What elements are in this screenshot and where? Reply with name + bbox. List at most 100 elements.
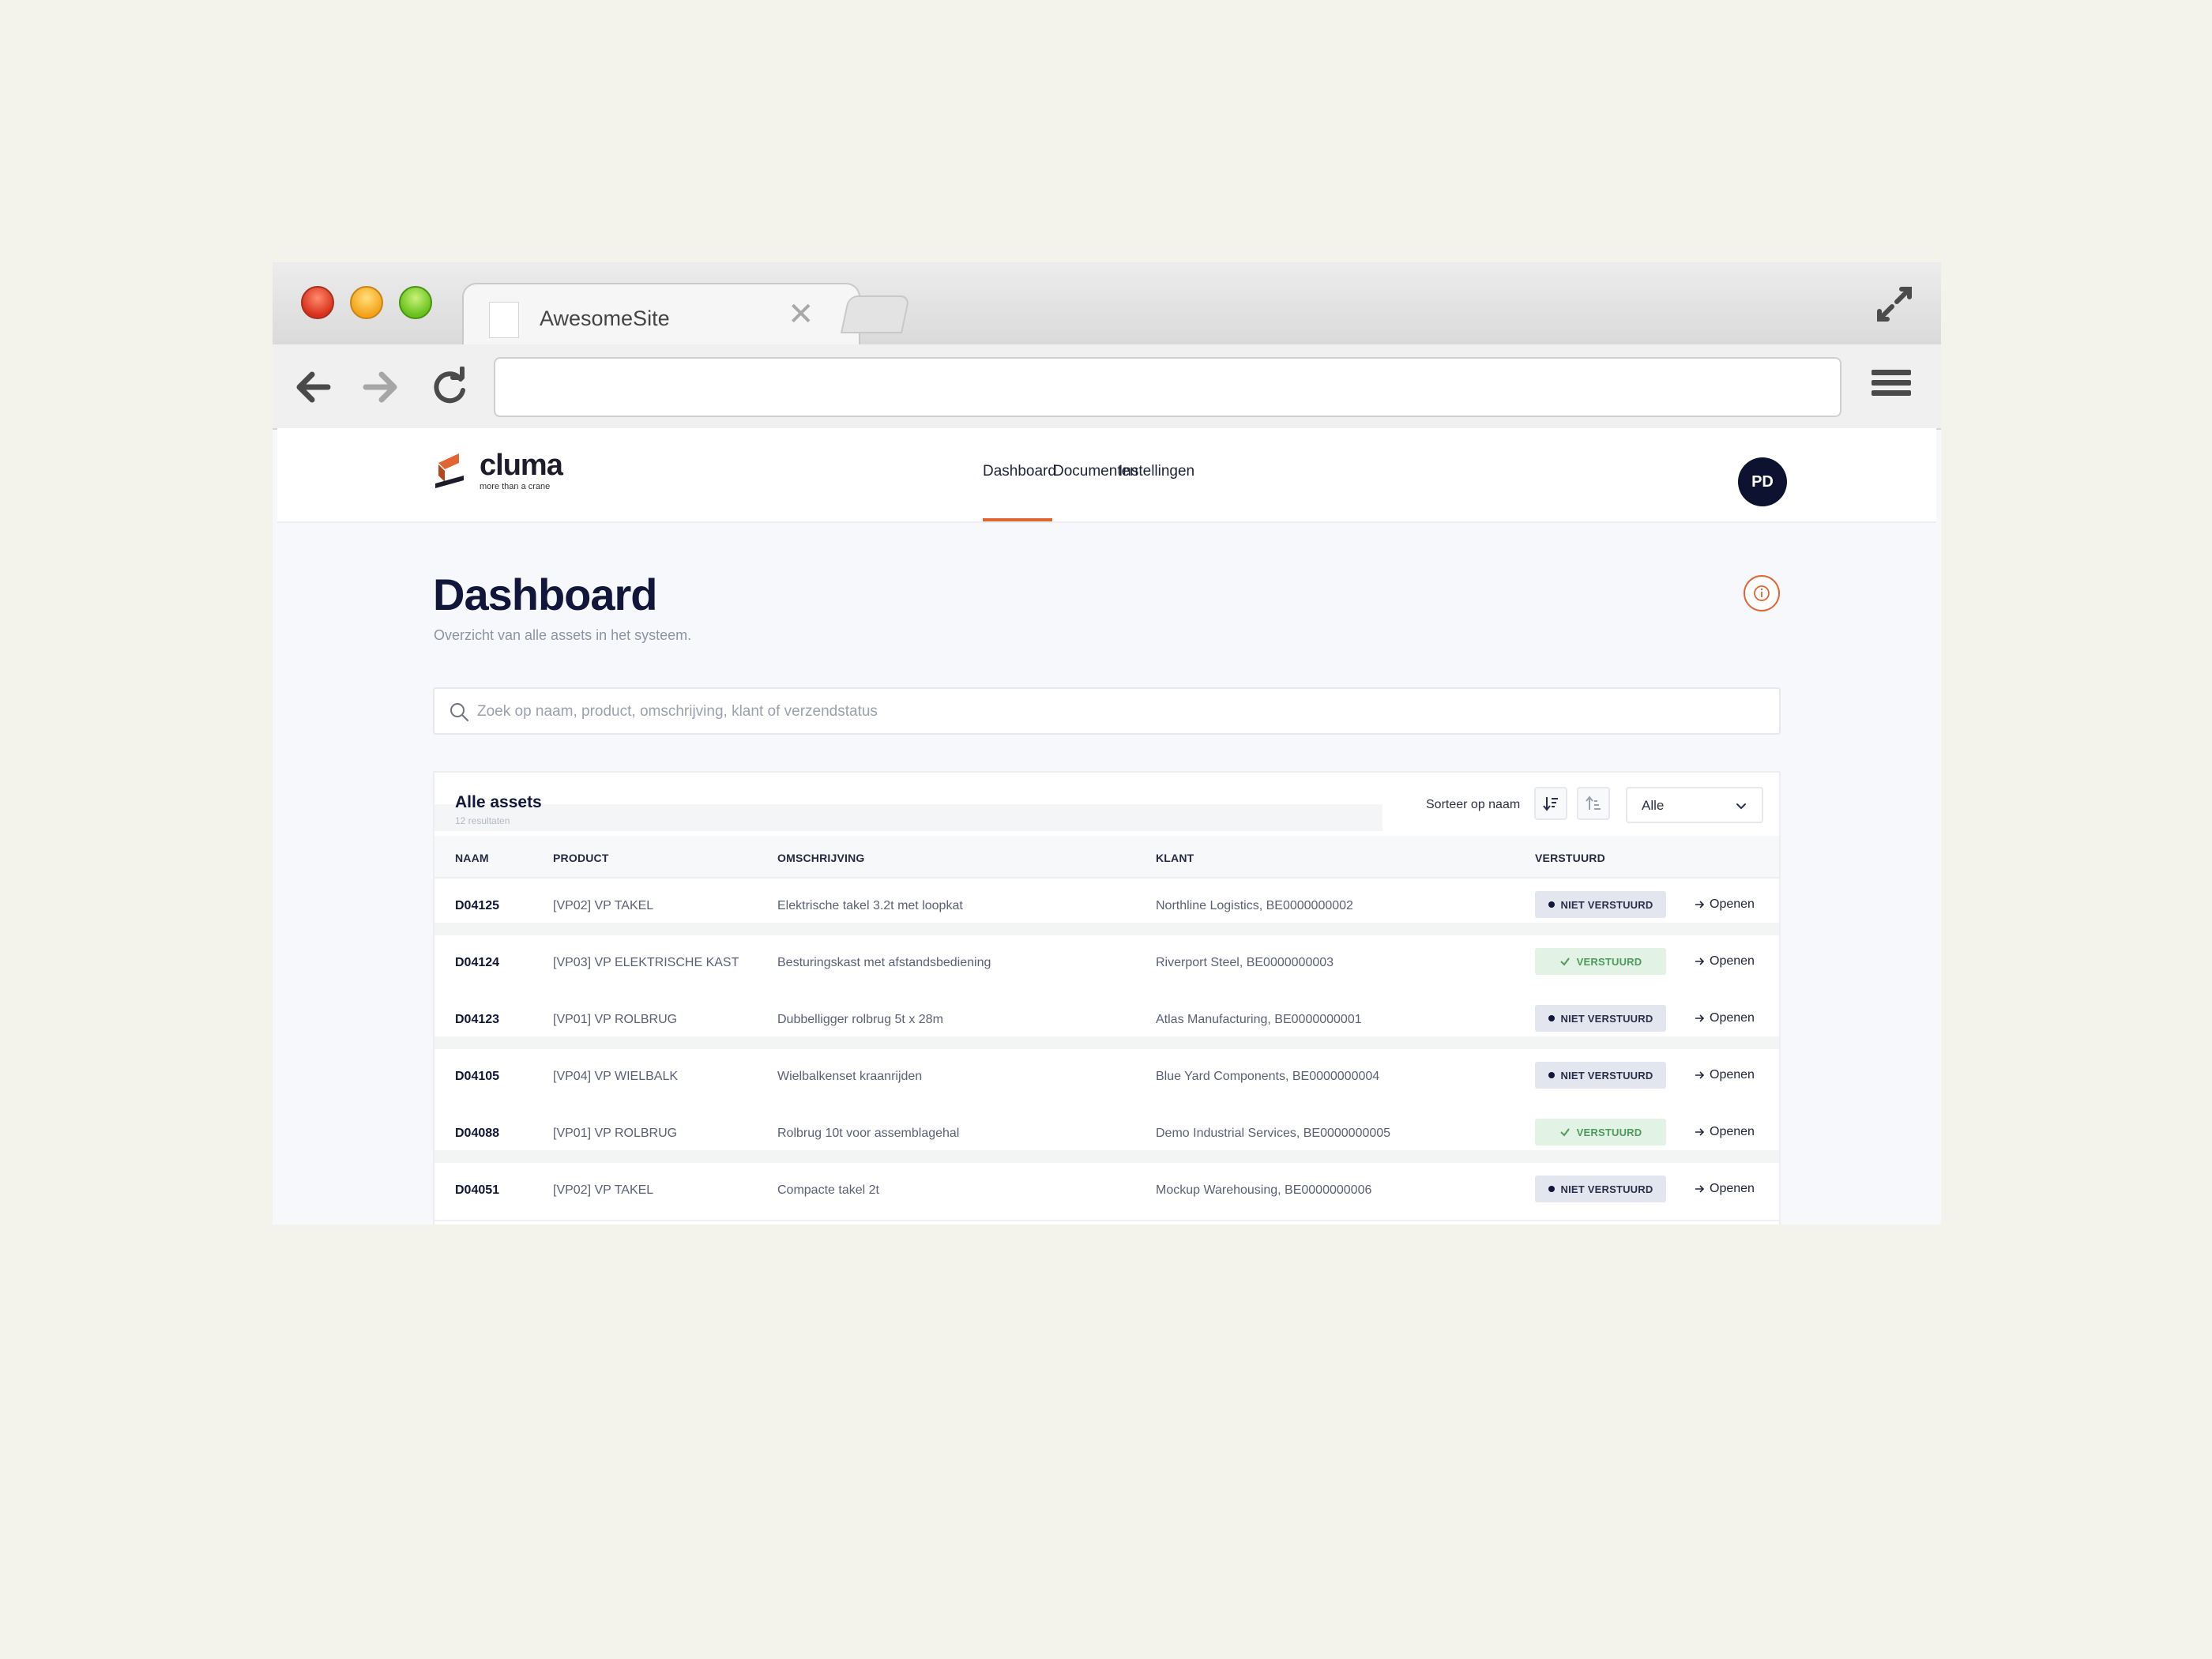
- assets-title: Alle assets: [455, 793, 542, 811]
- status-badge: NIET VERSTUURD: [1535, 1005, 1666, 1032]
- status-text: VERSTUURD: [1576, 955, 1642, 968]
- sort-descending-icon: [1543, 797, 1558, 811]
- page-subtitle: Overzicht van alle assets in het systeem…: [434, 627, 692, 643]
- browser-toolbar: [273, 344, 1941, 430]
- expand-icon[interactable]: [1875, 284, 1914, 324]
- app-header: cluma more than a crane Dashboard Docume…: [277, 428, 1936, 523]
- asset-product: [VP04] VP WIELBALK: [553, 1070, 679, 1083]
- sort-ascending-icon: [1586, 796, 1601, 810]
- open-label: Openen: [1710, 1011, 1755, 1025]
- asset-name: D04105: [455, 1070, 500, 1083]
- asset-product: [VP01] VP ROLBRUG: [553, 1127, 678, 1140]
- table-row[interactable]: D04125 [VP02] VP TAKEL Elektrische takel 3…: [434, 878, 1779, 937]
- asset-name: D04088: [455, 1127, 500, 1140]
- logo-tagline: more than a crane: [480, 482, 551, 491]
- status-badge: NIET VERSTUURD: [1535, 891, 1666, 918]
- asset-description: Elektrische takel 3.2t met loopkat: [777, 899, 963, 912]
- new-tab-button[interactable]: [840, 295, 911, 333]
- user-avatar[interactable]: PD: [1738, 457, 1787, 506]
- search-icon: [450, 703, 468, 721]
- table-row[interactable]: D04051 [VP02] VP TAKEL Compacte takel 2t Mo…: [434, 1163, 1779, 1221]
- open-link[interactable]: Openen: [1694, 1068, 1755, 1082]
- column-header-omschrijving[interactable]: OMSCHRIJVING: [777, 852, 865, 864]
- open-label: Openen: [1710, 1125, 1755, 1138]
- asset-client: Northline Logistics, BE0000000002: [1156, 899, 1353, 912]
- table-row[interactable]: D04123 [VP01] VP ROLBRUG Dubbelligger rolb…: [434, 992, 1779, 1051]
- minimize-window-button[interactable]: [350, 286, 383, 319]
- status-text: NIET VERSTUURD: [1560, 1069, 1653, 1082]
- column-header-product[interactable]: PRODUCT: [553, 852, 609, 864]
- asset-description: Wielbalkenset kraanrijden: [777, 1070, 923, 1083]
- info-button[interactable]: [1744, 575, 1780, 611]
- cluma-logo[interactable]: cluma more than a crane: [432, 449, 566, 491]
- open-link[interactable]: Openen: [1694, 1011, 1755, 1025]
- dot-icon: [1548, 1072, 1555, 1078]
- results-count: 12 resultaten: [455, 815, 510, 826]
- arrow-right-icon: [1695, 901, 1705, 908]
- asset-product: [VP03] VP ELEKTRISCHE KAST: [553, 956, 739, 969]
- open-link[interactable]: Openen: [1694, 1125, 1755, 1139]
- open-label: Openen: [1710, 1068, 1755, 1082]
- forward-arrow-icon[interactable]: [359, 367, 401, 408]
- table-row[interactable]: D04105 [VP04] VP WIELBALK Wielbalkenset kr…: [434, 1049, 1779, 1108]
- nav-dashboard[interactable]: Dashboard: [983, 463, 1056, 480]
- nav-instellingen[interactable]: Instellingen: [1119, 463, 1194, 480]
- open-label: Openen: [1710, 954, 1755, 968]
- status-badge: NIET VERSTUURD: [1535, 1176, 1666, 1202]
- status-filter-select[interactable]: Alle: [1626, 787, 1763, 823]
- open-link[interactable]: Openen: [1694, 1182, 1755, 1196]
- column-header-verstuurd[interactable]: VERSTUURD: [1535, 852, 1605, 864]
- arrow-right-icon: [1695, 1014, 1705, 1022]
- sort-label: Sorteer op naam: [1426, 798, 1521, 811]
- status-badge: VERSTUURD: [1535, 1119, 1666, 1146]
- open-link[interactable]: Openen: [1694, 897, 1755, 912]
- asset-name: D04124: [455, 956, 500, 969]
- asset-client: Atlas Manufacturing, BE0000000001: [1156, 1013, 1362, 1026]
- arrow-right-icon: [1695, 957, 1705, 965]
- browser-tab[interactable]: AwesomeSite ✕: [462, 283, 860, 346]
- row-band: [434, 923, 1779, 935]
- status-badge: NIET VERSTUURD: [1535, 1062, 1666, 1089]
- reload-icon[interactable]: [429, 367, 470, 408]
- asset-name: D04125: [455, 899, 500, 912]
- status-text: NIET VERSTUURD: [1560, 898, 1653, 911]
- column-header-klant[interactable]: KLANT: [1156, 852, 1194, 864]
- dot-icon: [1548, 1015, 1555, 1021]
- arrow-right-icon: [1695, 1071, 1705, 1079]
- sort-ascending-button[interactable]: [1577, 787, 1610, 820]
- column-header-naam[interactable]: NAAM: [455, 852, 489, 864]
- close-window-button[interactable]: [301, 286, 334, 319]
- back-arrow-icon[interactable]: [293, 367, 334, 408]
- check-icon: [1559, 957, 1570, 966]
- dot-icon: [1548, 1186, 1555, 1192]
- asset-name: D04051: [455, 1183, 500, 1197]
- asset-name: D04123: [455, 1013, 500, 1026]
- tab-close-icon[interactable]: ✕: [788, 299, 814, 330]
- arrow-right-icon: [1695, 1128, 1705, 1136]
- card-header-band: [434, 804, 1382, 831]
- address-bar[interactable]: [494, 357, 1841, 417]
- status-badge: VERSTUURD: [1535, 948, 1666, 975]
- search-input[interactable]: [476, 697, 1759, 727]
- arrow-right-icon: [1695, 1185, 1705, 1193]
- asset-product: [VP02] VP TAKEL: [553, 899, 654, 912]
- table-row[interactable]: D04088 [VP01] VP ROLBRUG Rolbrug 10t voor …: [434, 1106, 1779, 1164]
- page-icon: [489, 302, 519, 338]
- asset-description: Rolbrug 10t voor assemblagehal: [777, 1127, 960, 1140]
- chevron-down-icon: [1736, 803, 1746, 810]
- logo-wordmark: cluma: [480, 449, 563, 482]
- status-text: NIET VERSTUURD: [1560, 1012, 1653, 1025]
- asset-client: Riverport Steel, BE0000000003: [1156, 956, 1334, 969]
- info-icon: [1754, 585, 1770, 601]
- asset-client: Mockup Warehousing, BE0000000006: [1156, 1183, 1372, 1197]
- table-row[interactable]: D04124 [VP03] VP ELEKTRISCHE KAST Besturin…: [434, 935, 1779, 994]
- check-icon: [1559, 1128, 1570, 1137]
- sort-descending-button[interactable]: [1534, 787, 1567, 820]
- open-link[interactable]: Openen: [1694, 954, 1755, 969]
- asset-description: Besturingskast met afstandsbediening: [777, 956, 991, 969]
- logo-mark-icon: [435, 453, 464, 488]
- browser-window: AwesomeSite ✕ cluma more than a crane Da…: [273, 262, 1941, 1224]
- browser-menu-icon[interactable]: [1872, 370, 1911, 403]
- maximize-window-button[interactable]: [399, 286, 432, 319]
- table-header: NAAM PRODUCT OMSCHRIJVING KLANT VERSTUUR…: [434, 836, 1779, 878]
